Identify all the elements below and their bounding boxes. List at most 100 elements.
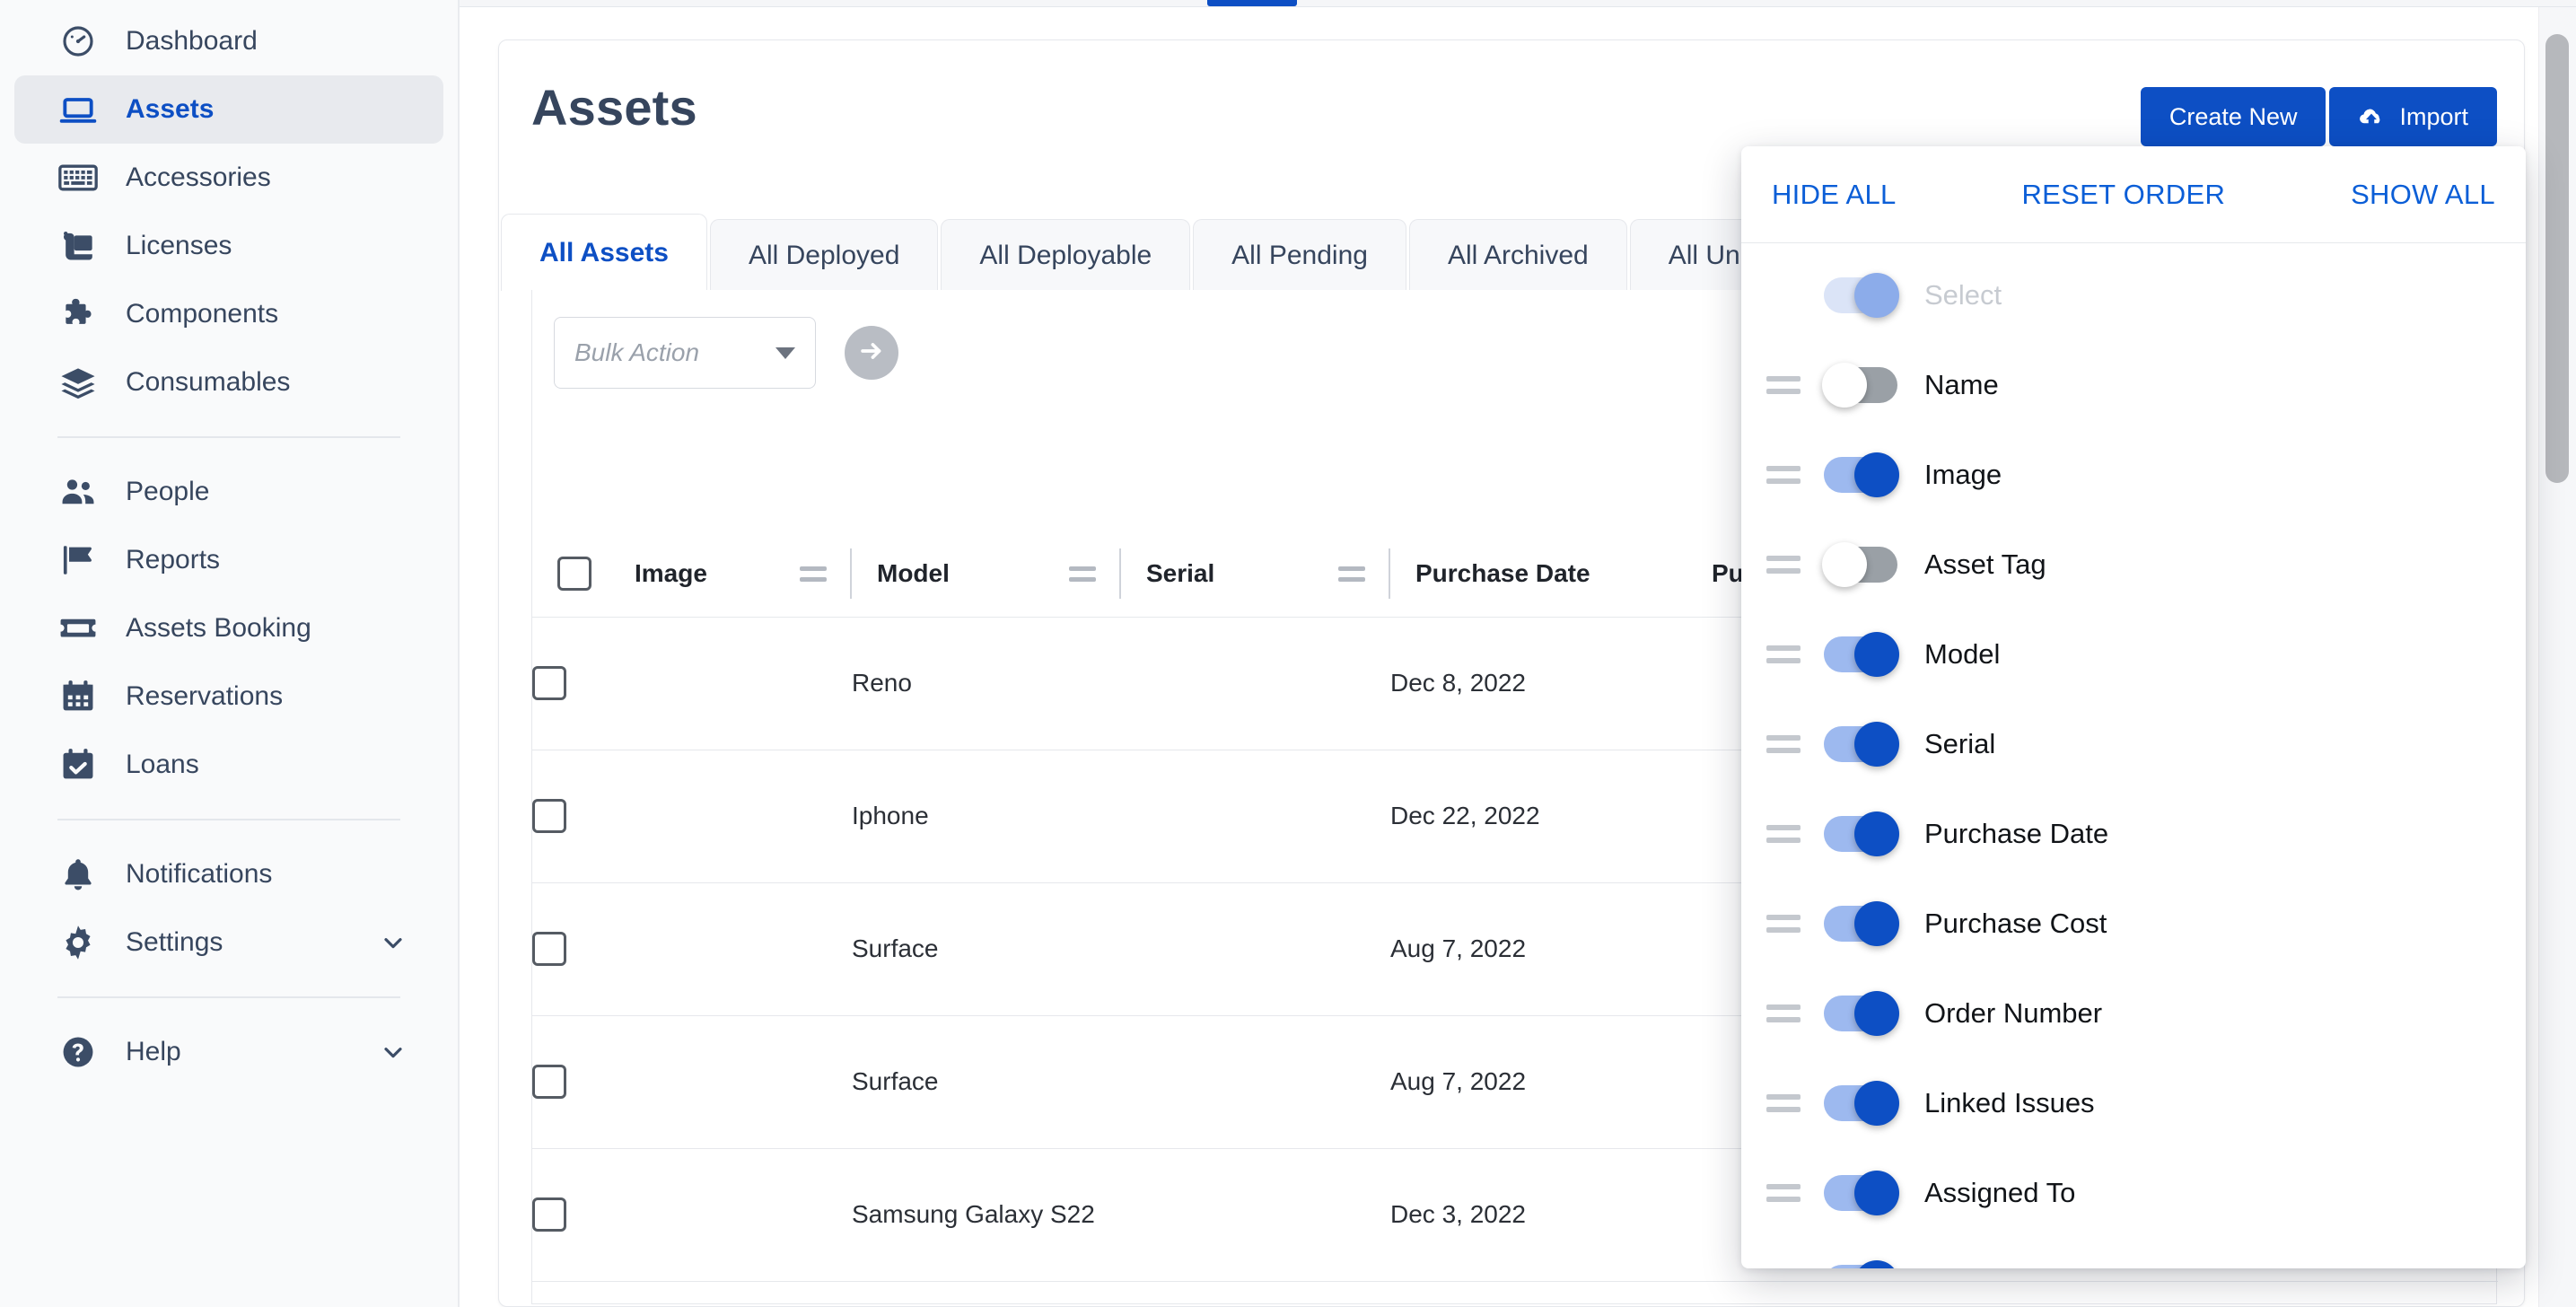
column-toggle[interactable] bbox=[1824, 636, 1897, 672]
drag-handle-icon[interactable] bbox=[1766, 1004, 1813, 1022]
tab-all-pending[interactable]: All Pending bbox=[1193, 219, 1406, 291]
drag-handle-icon[interactable] bbox=[1766, 825, 1813, 843]
column-toggle[interactable] bbox=[1824, 726, 1897, 762]
header-purchase-date[interactable]: Purchase Date bbox=[1390, 531, 1687, 617]
column-chooser-item-serial[interactable]: Serial bbox=[1741, 699, 2526, 789]
chevron-down-icon bbox=[775, 347, 795, 359]
column-chooser-item-image[interactable]: Image bbox=[1741, 430, 2526, 520]
header-model[interactable]: Model bbox=[852, 531, 1121, 617]
column-toggle[interactable] bbox=[1824, 996, 1897, 1031]
row-checkbox[interactable] bbox=[532, 799, 566, 833]
cell-image bbox=[609, 1015, 852, 1148]
header-image-label: Image bbox=[635, 559, 707, 588]
bulk-action-select[interactable]: Bulk Action bbox=[554, 317, 816, 389]
column-chooser-item-asset-tag[interactable]: Asset Tag bbox=[1741, 520, 2526, 610]
sidebar-item-settings[interactable]: Settings bbox=[14, 908, 443, 977]
hide-all-link[interactable]: HIDE ALL bbox=[1772, 179, 1897, 211]
show-all-link[interactable]: SHOW ALL bbox=[2351, 179, 2495, 211]
toggle-knob bbox=[1854, 452, 1899, 497]
row-select-cell bbox=[532, 1015, 609, 1148]
column-chooser-label: Order Number bbox=[1924, 997, 2102, 1030]
sidebar-item-reservations[interactable]: Reservations bbox=[14, 662, 443, 731]
sidebar-item-help[interactable]: Help bbox=[14, 1018, 443, 1086]
select-all-checkbox[interactable] bbox=[557, 557, 591, 591]
sidebar-item-assets[interactable]: Assets bbox=[14, 75, 443, 144]
tab-all-archived[interactable]: All Archived bbox=[1409, 219, 1627, 291]
sidebar-item-assets-booking[interactable]: Assets Booking bbox=[14, 594, 443, 662]
header-serial[interactable]: Serial bbox=[1121, 531, 1390, 617]
drag-handle-icon[interactable] bbox=[1766, 466, 1813, 484]
column-chooser-header: HIDE ALL RESET ORDER SHOW ALL bbox=[1741, 146, 2526, 243]
sidebar-item-notifications[interactable]: Notifications bbox=[14, 840, 443, 908]
column-chooser-item-assigned-to[interactable]: Assigned To bbox=[1741, 1148, 2526, 1238]
column-chooser-item-notes[interactable]: Notes bbox=[1741, 1238, 2526, 1268]
column-toggle[interactable] bbox=[1824, 547, 1897, 583]
page-title: Assets bbox=[531, 78, 697, 136]
toggle-knob bbox=[1822, 542, 1867, 587]
column-toggle[interactable] bbox=[1824, 1085, 1897, 1121]
puzzle-icon bbox=[57, 296, 99, 332]
chevron-down-icon[interactable] bbox=[379, 1038, 407, 1066]
sidebar-item-licenses[interactable]: Licenses bbox=[14, 212, 443, 280]
sidebar-item-consumables[interactable]: Consumables bbox=[14, 348, 443, 417]
row-checkbox[interactable] bbox=[532, 1065, 566, 1099]
cell-serial bbox=[1121, 617, 1390, 750]
column-toggle[interactable] bbox=[1824, 816, 1897, 852]
page-scrollbar[interactable] bbox=[2538, 7, 2576, 1307]
column-chooser-item-purchase-cost[interactable]: Purchase Cost bbox=[1741, 879, 2526, 969]
header-image[interactable]: Image bbox=[609, 531, 852, 617]
drag-handle-icon[interactable] bbox=[1766, 556, 1813, 574]
page-scrollbar-thumb[interactable] bbox=[2545, 34, 2569, 483]
column-resize-image[interactable] bbox=[800, 547, 852, 601]
column-chooser-item-select[interactable]: Select bbox=[1741, 250, 2526, 340]
create-new-button[interactable]: Create New bbox=[2141, 87, 2326, 146]
chevron-down-icon[interactable] bbox=[379, 928, 407, 957]
column-resize-serial[interactable] bbox=[1338, 547, 1390, 601]
sidebar-item-people[interactable]: People bbox=[14, 458, 443, 526]
column-chooser-item-purchase-date[interactable]: Purchase Date bbox=[1741, 789, 2526, 879]
tab-all-deployable[interactable]: All Deployable bbox=[941, 219, 1190, 291]
toggle-knob bbox=[1854, 722, 1899, 767]
column-chooser-item-model[interactable]: Model bbox=[1741, 610, 2526, 699]
row-select-cell bbox=[532, 1281, 609, 1307]
cell-model: Iphone bbox=[852, 750, 1121, 882]
column-chooser-item-order-number[interactable]: Order Number bbox=[1741, 969, 2526, 1058]
drag-handle-icon[interactable] bbox=[1766, 915, 1813, 933]
drag-handle-icon[interactable] bbox=[1766, 1184, 1813, 1202]
cell-image bbox=[609, 1148, 852, 1281]
column-chooser-label: Purchase Date bbox=[1924, 818, 2108, 850]
drag-handle-icon[interactable] bbox=[1766, 735, 1813, 753]
row-checkbox[interactable] bbox=[532, 932, 566, 966]
row-checkbox[interactable] bbox=[532, 666, 566, 700]
drag-handle-icon[interactable] bbox=[1766, 376, 1813, 394]
drag-handle-icon[interactable] bbox=[1766, 645, 1813, 663]
column-chooser-item-linked-issues[interactable]: Linked Issues bbox=[1741, 1058, 2526, 1148]
sidebar-item-accessories[interactable]: Accessories bbox=[14, 144, 443, 212]
drag-handle-icon[interactable] bbox=[1766, 1094, 1813, 1112]
bulk-action-go-button[interactable] bbox=[845, 326, 898, 380]
sidebar-item-components[interactable]: Components bbox=[14, 280, 443, 348]
column-resize-model[interactable] bbox=[1069, 547, 1121, 601]
sidebar-item-reports[interactable]: Reports bbox=[14, 526, 443, 594]
sidebar-item-label: Components bbox=[126, 299, 278, 329]
import-label: Import bbox=[2399, 103, 2468, 131]
cell-serial bbox=[1121, 1281, 1390, 1307]
tab-all-deployed[interactable]: All Deployed bbox=[710, 219, 938, 291]
import-button[interactable]: Import bbox=[2329, 87, 2497, 146]
column-chooser-item-name[interactable]: Name bbox=[1741, 340, 2526, 430]
header-serial-label: Serial bbox=[1146, 559, 1214, 588]
tab-all-assets[interactable]: All Assets bbox=[501, 214, 707, 291]
header-model-label: Model bbox=[877, 559, 950, 588]
cell-image bbox=[609, 882, 852, 1015]
table-row[interactable]: Ultrafine 4kDec 8, 20225000.00 bbox=[532, 1281, 2498, 1307]
column-toggle[interactable] bbox=[1824, 367, 1897, 403]
column-chooser-dropdown: HIDE ALL RESET ORDER SHOW ALL SelectName… bbox=[1741, 146, 2526, 1268]
column-toggle[interactable] bbox=[1824, 1175, 1897, 1211]
reset-order-link[interactable]: RESET ORDER bbox=[2021, 179, 2225, 211]
row-checkbox[interactable] bbox=[532, 1197, 566, 1232]
column-toggle[interactable] bbox=[1824, 457, 1897, 493]
sidebar-item-dashboard[interactable]: Dashboard bbox=[14, 7, 443, 75]
column-toggle[interactable] bbox=[1824, 906, 1897, 942]
sidebar-item-loans[interactable]: Loans bbox=[14, 731, 443, 799]
column-toggle[interactable] bbox=[1824, 1265, 1897, 1268]
